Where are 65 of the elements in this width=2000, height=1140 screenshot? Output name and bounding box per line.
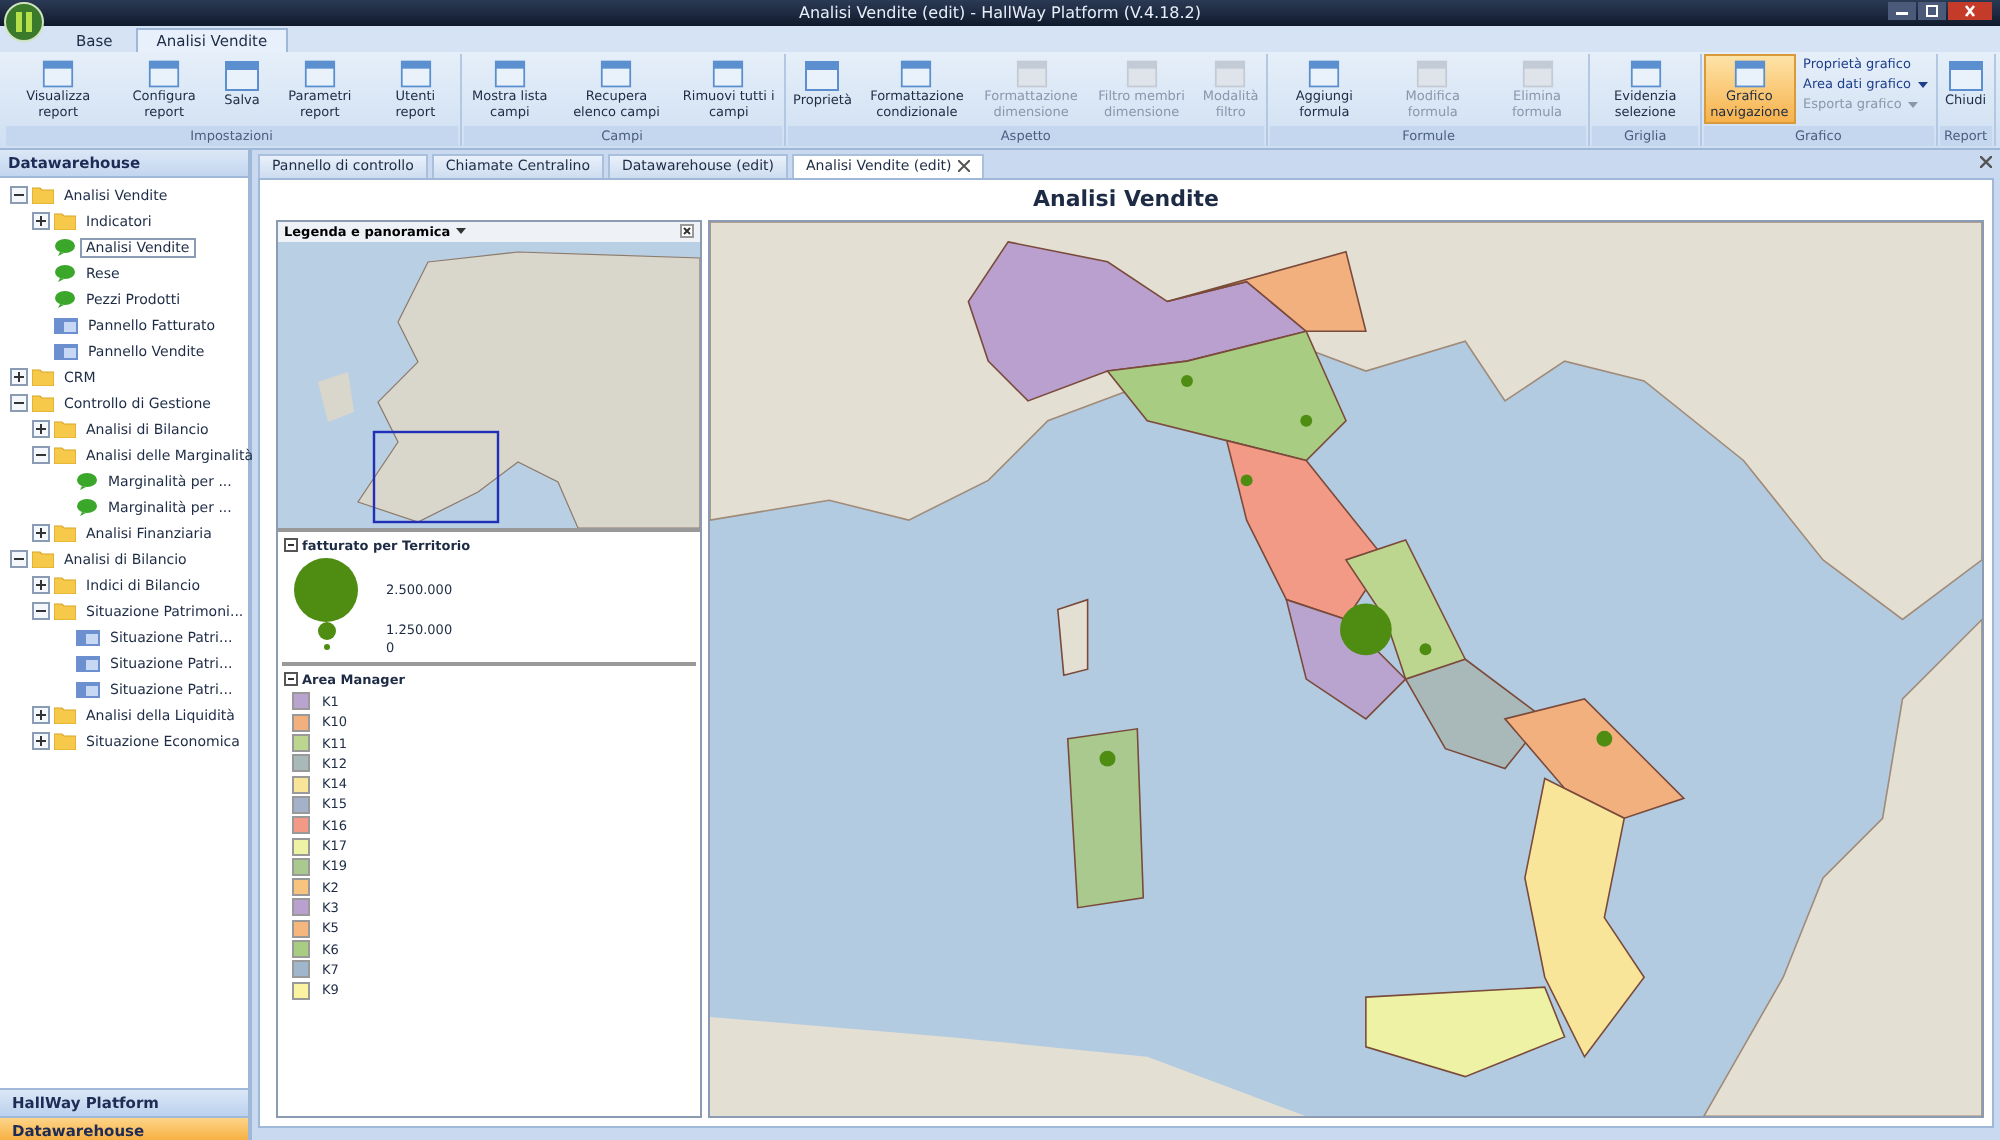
caret-icon bbox=[456, 228, 467, 235]
close-icon[interactable] bbox=[1980, 156, 1992, 168]
window-icon bbox=[598, 58, 635, 90]
chat-bubble-icon bbox=[54, 264, 76, 282]
window-icon bbox=[898, 58, 935, 90]
window-icon bbox=[301, 58, 338, 90]
expander-icon[interactable] bbox=[32, 576, 50, 594]
expander-icon[interactable] bbox=[10, 368, 28, 386]
expander-icon[interactable] bbox=[10, 186, 28, 204]
chat-bubble-icon bbox=[76, 498, 98, 516]
panel-icon bbox=[76, 681, 100, 697]
expander-icon[interactable] bbox=[32, 732, 50, 750]
chat-bubble-icon bbox=[54, 290, 76, 308]
expander-icon[interactable] bbox=[32, 420, 50, 438]
report-title: Analisi Vendite bbox=[1030, 183, 1222, 216]
window-icon bbox=[491, 58, 528, 90]
chat-bubble-icon bbox=[54, 238, 76, 256]
panel-icon bbox=[54, 317, 78, 333]
window-icon bbox=[804, 58, 841, 94]
expander-icon[interactable] bbox=[32, 706, 50, 724]
folder-icon bbox=[32, 394, 54, 412]
folder-icon bbox=[54, 524, 76, 542]
window-title: Analisi Vendite (edit) - HallWay Platform (V.4.18.2) bbox=[798, 4, 1202, 22]
close-icon[interactable] bbox=[680, 224, 694, 239]
panel-icon bbox=[76, 629, 100, 645]
folder-icon bbox=[54, 446, 76, 464]
collapse-icon[interactable] bbox=[284, 538, 298, 553]
folder-icon bbox=[54, 732, 76, 750]
window-icon bbox=[1013, 58, 1050, 90]
window-icon bbox=[224, 58, 261, 94]
folder-icon bbox=[54, 420, 76, 438]
window-icon bbox=[1306, 58, 1343, 90]
folder-icon bbox=[54, 602, 76, 620]
folder-icon bbox=[32, 550, 54, 568]
window-icon bbox=[146, 58, 183, 90]
chat-bubble-icon bbox=[76, 472, 98, 490]
panel-icon bbox=[54, 343, 78, 359]
close-icon[interactable] bbox=[957, 160, 970, 173]
folder-icon bbox=[54, 212, 76, 230]
expander-icon[interactable] bbox=[32, 602, 50, 620]
expander-icon[interactable] bbox=[10, 394, 28, 412]
window-icon bbox=[1414, 58, 1451, 90]
expander-icon[interactable] bbox=[32, 446, 50, 464]
window-icon bbox=[40, 58, 77, 90]
maximize-icon[interactable] bbox=[1918, 2, 1946, 20]
window-icon bbox=[1731, 58, 1768, 90]
caret-icon bbox=[1917, 81, 1927, 87]
panel-icon bbox=[76, 655, 100, 671]
window-icon bbox=[710, 58, 747, 90]
caret-icon bbox=[1907, 101, 1918, 107]
window-icon bbox=[1947, 58, 1984, 94]
window-icon bbox=[1519, 58, 1556, 90]
folder-icon bbox=[32, 186, 54, 204]
window-icon bbox=[1212, 58, 1249, 90]
collapse-icon[interactable] bbox=[284, 672, 298, 687]
folder-icon bbox=[54, 706, 76, 724]
expander-icon[interactable] bbox=[10, 550, 28, 568]
expander-icon[interactable] bbox=[32, 212, 50, 230]
minimize-icon[interactable] bbox=[1888, 2, 1916, 20]
window-icon bbox=[397, 58, 434, 90]
window-icon bbox=[1123, 58, 1160, 90]
folder-icon bbox=[32, 368, 54, 386]
folder-icon bbox=[54, 576, 76, 594]
window-icon bbox=[1627, 58, 1664, 90]
expander-icon[interactable] bbox=[32, 524, 50, 542]
